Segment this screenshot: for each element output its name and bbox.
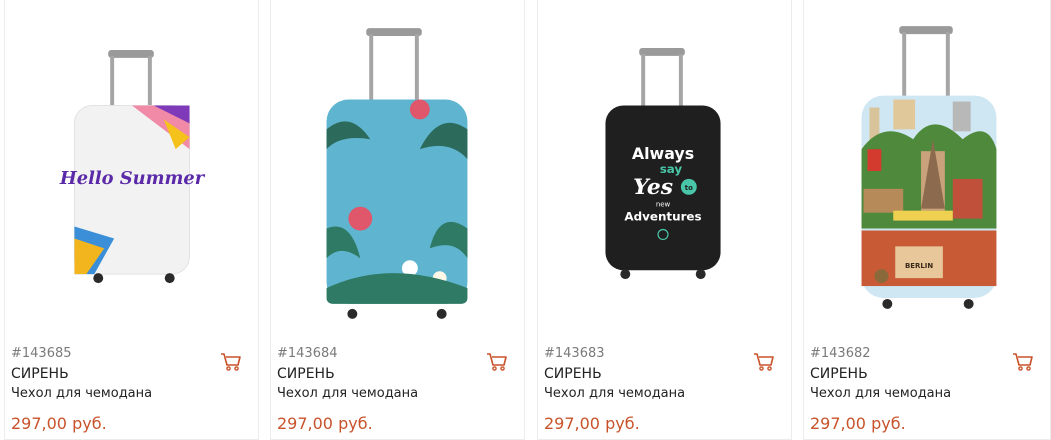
product-brand[interactable]: СИРЕНЬ bbox=[11, 366, 69, 382]
product-image[interactable]: Hello Summer bbox=[5, 0, 258, 339]
product-brand[interactable]: СИРЕНЬ bbox=[277, 366, 335, 382]
svg-text:to: to bbox=[685, 184, 693, 192]
svg-text:Always: Always bbox=[632, 144, 694, 163]
product-title[interactable]: Чехол для чемодана bbox=[277, 386, 418, 401]
product-price: 297,00 руб. bbox=[11, 414, 107, 433]
product-sku: #143682 bbox=[810, 346, 871, 361]
product-card[interactable]: #143684 СИРЕНЬ Чехол для чемодана 297,00… bbox=[270, 0, 525, 440]
product-card[interactable]: Hello Summer #143685 СИРЕНЬ Чехол для че… bbox=[4, 0, 259, 440]
product-image[interactable] bbox=[271, 0, 524, 339]
product-title[interactable]: Чехол для чемодана bbox=[810, 386, 951, 401]
product-image[interactable]: BERLIN bbox=[804, 0, 1050, 339]
svg-text:Hello Summer: Hello Summer bbox=[59, 168, 206, 189]
cart-icon[interactable] bbox=[753, 352, 775, 372]
product-brand[interactable]: СИРЕНЬ bbox=[544, 366, 602, 382]
product-price: 297,00 руб. bbox=[810, 414, 906, 433]
product-title[interactable]: Чехол для чемодана bbox=[11, 386, 152, 401]
product-price: 297,00 руб. bbox=[277, 414, 373, 433]
product-price: 297,00 руб. bbox=[544, 414, 640, 433]
svg-text:Yes: Yes bbox=[633, 175, 673, 200]
product-sku: #143684 bbox=[277, 346, 338, 361]
product-brand[interactable]: СИРЕНЬ bbox=[810, 366, 868, 382]
svg-text:Adventures: Adventures bbox=[624, 210, 701, 224]
cart-icon[interactable] bbox=[220, 352, 242, 372]
cart-icon[interactable] bbox=[1012, 352, 1034, 372]
product-title[interactable]: Чехол для чемодана bbox=[544, 386, 685, 401]
product-image[interactable]: Always say Yes to new Adventures bbox=[538, 0, 791, 339]
product-card[interactable]: BERLIN #143682 СИРЕНЬ Чехол для чемодана… bbox=[803, 0, 1051, 440]
product-card[interactable]: Always say Yes to new Adventures #143683… bbox=[537, 0, 792, 440]
cart-icon[interactable] bbox=[486, 352, 508, 372]
product-sku: #143683 bbox=[544, 346, 605, 361]
svg-text:BERLIN: BERLIN bbox=[905, 262, 933, 270]
product-sku: #143685 bbox=[11, 346, 72, 361]
svg-text:new: new bbox=[656, 201, 671, 209]
product-grid: Hello Summer #143685 СИРЕНЬ Чехол для че… bbox=[0, 0, 1051, 440]
